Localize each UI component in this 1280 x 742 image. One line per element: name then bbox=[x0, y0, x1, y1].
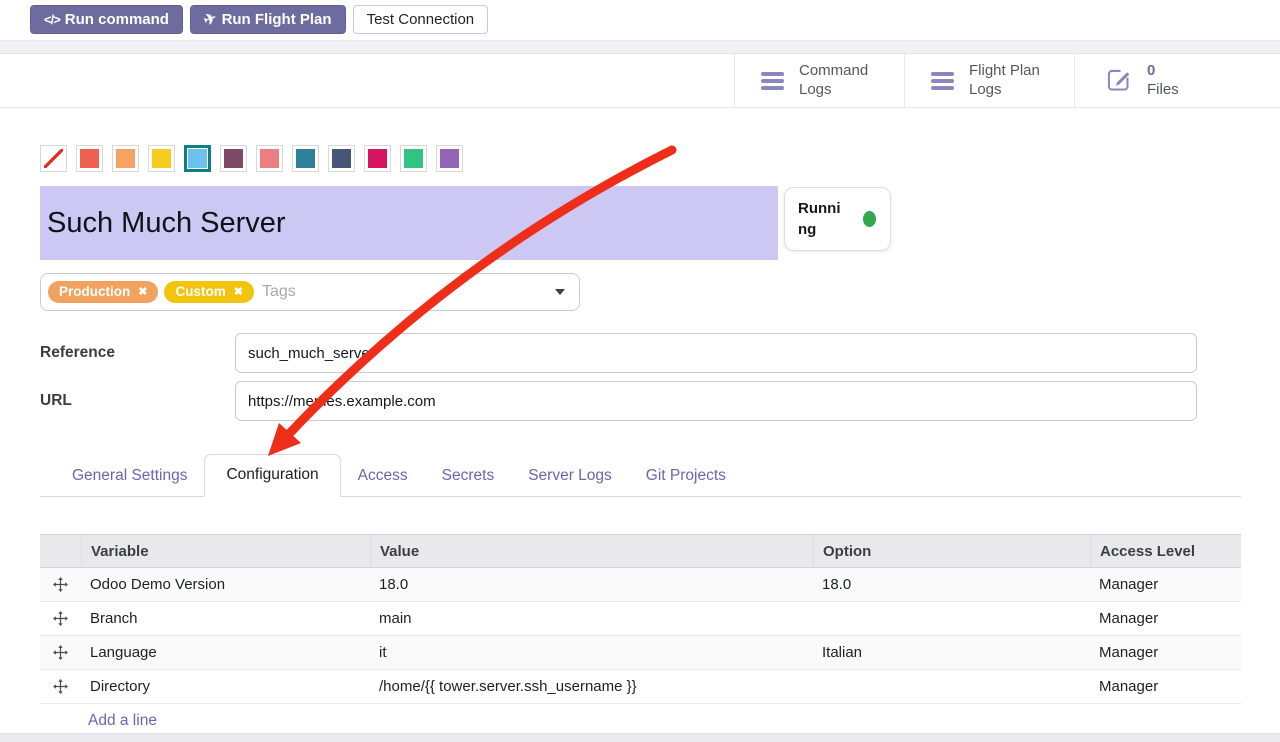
url-row: URL bbox=[40, 381, 1280, 421]
cell-value[interactable]: /home/{{ tower.server.ssh_username }} bbox=[370, 678, 813, 695]
list-icon bbox=[761, 72, 784, 90]
color-swatch-orange[interactable] bbox=[112, 145, 139, 172]
table-row[interactable]: Odoo Demo Version 18.0 18.0 Manager bbox=[40, 568, 1241, 602]
reference-input[interactable] bbox=[235, 333, 1197, 373]
column-header-value[interactable]: Value bbox=[370, 535, 813, 567]
cell-option[interactable]: 18.0 bbox=[813, 576, 1090, 593]
flight-plan-logs-button[interactable]: Flight Plan Logs bbox=[904, 54, 1074, 107]
files-label: 0 Files bbox=[1147, 62, 1179, 100]
list-icon bbox=[931, 72, 954, 90]
color-swatch-purple[interactable] bbox=[436, 145, 463, 172]
status-strip bbox=[0, 40, 1280, 54]
header-bar: Command Logs Flight Plan Logs 0 Files bbox=[0, 54, 1280, 108]
cell-variable[interactable]: Directory bbox=[81, 678, 370, 695]
status-dot-icon bbox=[863, 211, 876, 227]
top-toolbar: </> Run command ✈ Run Flight Plan Test C… bbox=[0, 0, 1280, 34]
cell-access-level[interactable]: Manager bbox=[1090, 576, 1241, 593]
table-row[interactable]: Branch main Manager bbox=[40, 602, 1241, 636]
run-flight-plan-button[interactable]: ✈ Run Flight Plan bbox=[190, 5, 346, 34]
cell-access-level[interactable]: Manager bbox=[1090, 610, 1241, 627]
color-swatch-navy[interactable] bbox=[328, 145, 355, 172]
run-command-label: Run command bbox=[65, 12, 169, 27]
remove-tag-icon[interactable]: ✖ bbox=[138, 287, 147, 298]
dropdown-caret-icon[interactable] bbox=[555, 289, 565, 295]
tag-label: Custom bbox=[175, 285, 225, 299]
tab-access[interactable]: Access bbox=[341, 457, 425, 496]
table-row[interactable]: Language it Italian Manager bbox=[40, 636, 1241, 670]
cell-access-level[interactable]: Manager bbox=[1090, 678, 1241, 695]
cell-value[interactable]: it bbox=[370, 644, 813, 661]
tag-label: Production bbox=[59, 285, 130, 299]
drag-handle-icon[interactable] bbox=[53, 577, 68, 592]
flight-plan-logs-label: Flight Plan Logs bbox=[969, 62, 1040, 100]
cell-option[interactable]: Italian bbox=[813, 644, 1090, 661]
color-swatch-dark-purple[interactable] bbox=[220, 145, 247, 172]
tab-secrets[interactable]: Secrets bbox=[425, 457, 512, 496]
tab-git-projects[interactable]: Git Projects bbox=[629, 457, 743, 496]
cell-variable[interactable]: Language bbox=[81, 644, 370, 661]
column-header-option[interactable]: Option bbox=[813, 535, 1090, 567]
remove-tag-icon[interactable]: ✖ bbox=[234, 287, 243, 298]
run-command-button[interactable]: </> Run command bbox=[30, 5, 183, 34]
reference-row: Reference bbox=[40, 333, 1280, 373]
notebook-tabs: General Settings Configuration Access Se… bbox=[40, 454, 1241, 497]
color-swatch-green[interactable] bbox=[400, 145, 427, 172]
drag-handle-icon[interactable] bbox=[53, 611, 68, 626]
cell-variable[interactable]: Branch bbox=[81, 610, 370, 627]
color-swatch-red[interactable] bbox=[76, 145, 103, 172]
code-icon: </> bbox=[44, 13, 60, 26]
tags-placeholder: Tags bbox=[262, 283, 296, 301]
server-name-text: Such Much Server bbox=[47, 207, 286, 240]
cell-value[interactable]: main bbox=[370, 610, 813, 627]
color-swatch-salmon[interactable] bbox=[256, 145, 283, 172]
cell-value[interactable]: 18.0 bbox=[370, 576, 813, 593]
status-label: Running bbox=[798, 198, 843, 240]
color-swatch-light-blue-selected[interactable] bbox=[184, 145, 211, 172]
tags-field[interactable]: Production ✖ Custom ✖ Tags bbox=[40, 273, 580, 311]
no-color-diagonal-icon bbox=[44, 149, 63, 168]
title-row: Such Much Server Running bbox=[40, 186, 1280, 260]
drag-handle-icon[interactable] bbox=[53, 679, 68, 694]
reference-label: Reference bbox=[40, 344, 235, 362]
column-header-access-level[interactable]: Access Level bbox=[1090, 535, 1241, 567]
color-swatch-yellow[interactable] bbox=[148, 145, 175, 172]
url-input[interactable] bbox=[235, 381, 1197, 421]
command-logs-label: Command Logs bbox=[799, 62, 868, 100]
form-sheet: Such Much Server Running Production ✖ Cu… bbox=[0, 144, 1280, 738]
tab-general-settings[interactable]: General Settings bbox=[55, 457, 204, 496]
table-header: Variable Value Option Access Level bbox=[40, 534, 1241, 568]
tag-production[interactable]: Production ✖ bbox=[48, 281, 158, 303]
column-header-variable[interactable]: Variable bbox=[81, 535, 370, 567]
run-flight-plan-label: Run Flight Plan bbox=[222, 12, 332, 27]
drag-column-header bbox=[40, 535, 81, 567]
running-status-card[interactable]: Running bbox=[784, 187, 891, 251]
page-background-strip bbox=[0, 733, 1280, 742]
tab-server-logs[interactable]: Server Logs bbox=[511, 457, 629, 496]
table-row[interactable]: Directory /home/{{ tower.server.ssh_user… bbox=[40, 670, 1241, 704]
color-swatch-no-color[interactable] bbox=[40, 145, 67, 172]
cell-access-level[interactable]: Manager bbox=[1090, 644, 1241, 661]
tag-custom[interactable]: Custom ✖ bbox=[164, 281, 253, 303]
edit-pencil-icon bbox=[1105, 67, 1132, 94]
add-a-line-link[interactable]: Add a line bbox=[88, 712, 157, 730]
drag-handle-icon[interactable] bbox=[53, 645, 68, 660]
configuration-table: Variable Value Option Access Level Odoo … bbox=[40, 534, 1241, 738]
color-swatch-fuchsia[interactable] bbox=[364, 145, 391, 172]
color-swatch-teal[interactable] bbox=[292, 145, 319, 172]
tab-configuration[interactable]: Configuration bbox=[204, 454, 340, 497]
url-label: URL bbox=[40, 392, 235, 410]
cell-variable[interactable]: Odoo Demo Version bbox=[81, 576, 370, 593]
command-logs-button[interactable]: Command Logs bbox=[734, 54, 904, 107]
color-palette bbox=[40, 144, 1280, 173]
test-connection-button[interactable]: Test Connection bbox=[353, 5, 489, 34]
plane-icon: ✈ bbox=[202, 10, 219, 28]
files-button[interactable]: 0 Files bbox=[1074, 54, 1280, 107]
server-name-field[interactable]: Such Much Server bbox=[40, 186, 778, 260]
